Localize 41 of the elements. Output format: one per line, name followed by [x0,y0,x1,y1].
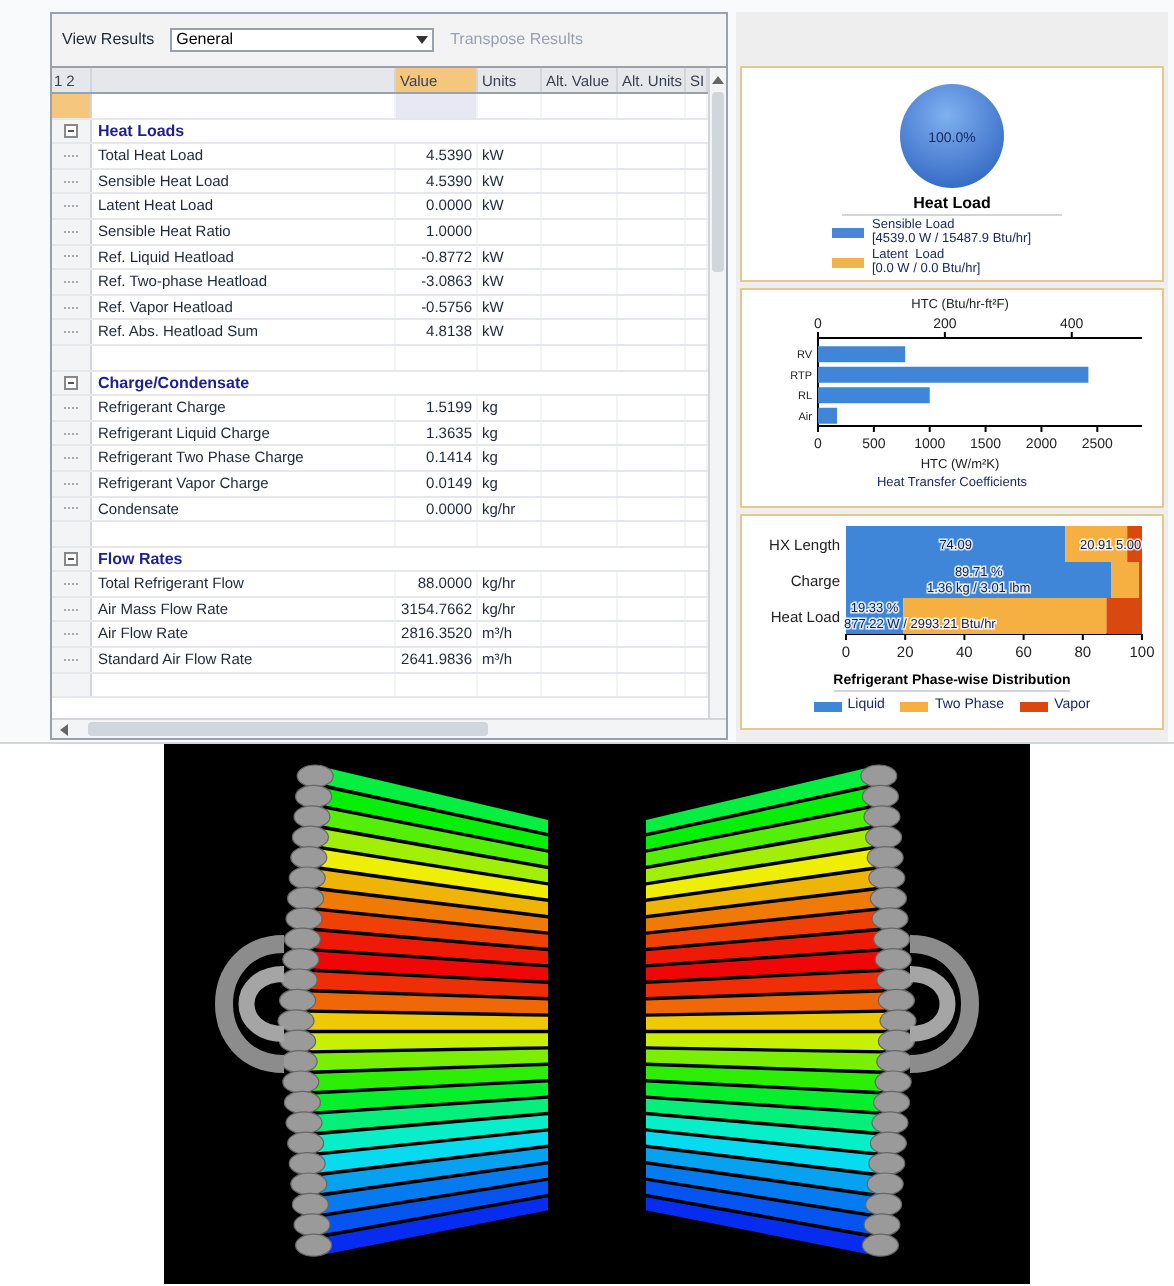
group-title: Flow Rates [96,547,185,571]
tree-line-icon [63,179,79,184]
view-dropdown[interactable]: General [170,28,435,52]
tree-line-icon [63,153,79,158]
tree-line-icon [63,607,79,612]
selected-cell[interactable] [396,94,478,118]
row-header[interactable] [52,547,92,571]
bar [818,407,837,424]
caret-icon [416,36,429,44]
tree-line-icon [63,254,79,259]
pie-slice [900,84,1004,188]
horizontal-scrollbar[interactable] [52,718,726,738]
row-header[interactable] [52,371,92,395]
scroll-thumb[interactable] [712,92,724,272]
tree-line-icon [63,279,79,284]
group-title: Heat Loads [96,119,187,143]
view-results-label: View Results [62,28,155,52]
row-header[interactable] [52,119,92,143]
bar [818,346,906,363]
collapse-icon[interactable] [64,551,78,566]
collapse-icon[interactable] [64,375,78,390]
tree-line-icon [63,657,79,662]
group-title: Charge/Condensate [96,371,252,395]
tree-line-icon [63,506,79,511]
tree-line-icon [63,405,79,410]
tree-line-icon [63,456,79,461]
scroll-up-icon[interactable] [712,76,724,84]
vertical-scrollbar[interactable] [708,68,726,718]
bar [818,387,930,404]
tree-line-icon [63,305,79,310]
tree-line-icon [63,204,79,209]
tree-line-icon [63,330,79,335]
tree-line-icon [63,632,79,637]
tree-line-icon [63,481,79,486]
tree-line-icon [63,582,79,587]
chart-title: Heat Load [842,192,1062,216]
collapse-icon[interactable] [64,123,78,138]
scroll-left-icon[interactable] [56,723,72,735]
scroll-thumb[interactable] [88,722,488,736]
tree-line-icon [63,229,79,234]
tree-line-icon [63,431,79,436]
